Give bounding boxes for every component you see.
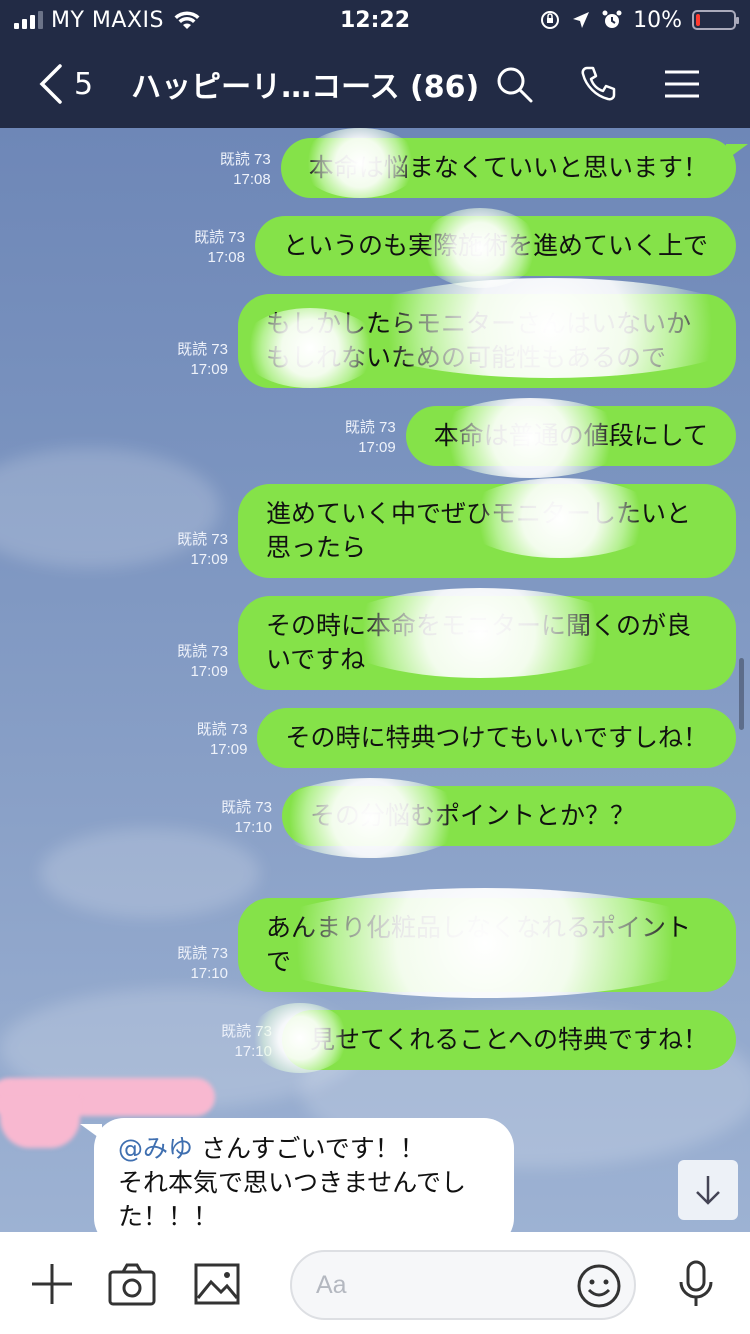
read-receipt: 既読 73 <box>177 531 228 548</box>
mention-tag[interactable]: @みゆ <box>118 1134 193 1163</box>
read-receipt: 既読 73 <box>177 643 228 660</box>
image-icon[interactable] <box>193 1260 241 1308</box>
redacted-avatar <box>0 1098 80 1148</box>
message-bubble: 見せてくれることへの特典ですね！ <box>281 1010 736 1070</box>
location-icon <box>573 12 590 28</box>
message-bubble: というのも実際施術を進めていく上で <box>254 216 736 276</box>
battery-icon <box>692 10 739 30</box>
outgoing-message[interactable]: 既読 73 17:10 その分悩むポイントとか？？ <box>221 786 736 846</box>
input-bar <box>0 1232 750 1334</box>
phone-icon[interactable] <box>578 64 618 104</box>
message-bubble: もしかしたらモニターさんはいないかもしれないための可能性もあるので <box>238 294 736 388</box>
outgoing-message[interactable]: 既読 73 17:09 もしかしたらモニターさんはいないかもしれないための可能性も… <box>177 294 736 388</box>
outgoing-message[interactable]: 既読 73 17:08 というのも実際施術を進めていく上で <box>194 216 736 276</box>
outgoing-message[interactable]: 既読 73 17:09 進めていく中でぜひモニターしたいと思ったら <box>177 484 736 578</box>
outgoing-message[interactable]: 既読 73 17:08 本命は悩まなくていいと思います！ <box>219 138 749 198</box>
outgoing-message[interactable]: 既読 73 17:10 見せてくれることへの特典ですね！ <box>221 1010 736 1070</box>
read-receipt: 既読 73 <box>344 419 396 436</box>
search-icon[interactable] <box>494 64 534 104</box>
incoming-message[interactable]: @みゆ さんすごいです！！ それ本気で思いつきませんでした！！！ <box>80 1118 514 1232</box>
message-bubble: その時に特典つけてもいいですしね！ <box>257 708 736 768</box>
message-time: 17:09 <box>358 439 396 456</box>
read-receipt: 既読 73 <box>219 151 271 168</box>
message-time: 17:08 <box>233 171 271 188</box>
read-receipt: 既読 73 <box>221 1023 272 1040</box>
microphone-icon[interactable] <box>672 1260 720 1308</box>
message-time: 17:09 <box>190 551 228 568</box>
read-receipt: 既読 73 <box>177 945 228 962</box>
message-bubble: 本命は普通の値段にして <box>405 406 736 466</box>
message-time: 17:08 <box>207 249 245 266</box>
message-input[interactable] <box>316 1270 576 1300</box>
chat-header: 5 ハッピーリ…コース (86) <box>0 40 750 128</box>
message-text: それ本気で思いつきませんでした！！！ <box>118 1168 467 1231</box>
chat-area[interactable]: 既読 73 17:08 本命は悩まなくていいと思います！ 既読 73 17:08 と… <box>0 128 750 1232</box>
scrollbar[interactable] <box>739 658 744 730</box>
menu-icon[interactable] <box>662 64 702 104</box>
read-receipt: 既読 73 <box>177 341 228 358</box>
message-bubble: 本命は悩まなくていいと思います！ <box>280 138 749 198</box>
wifi-icon <box>174 11 200 29</box>
alarm-icon <box>602 10 622 28</box>
outgoing-message[interactable]: 既読 73 17:09 その時に特典つけてもいいですしね！ <box>197 708 736 768</box>
outgoing-message[interactable]: 既読 73 17:09 本命は普通の値段にして <box>345 406 736 466</box>
message-bubble: 進めていく中でぜひモニターしたいと思ったら <box>238 484 736 578</box>
carrier-name: MY MAXIS <box>51 7 164 33</box>
read-receipt: 既読 73 <box>196 721 248 738</box>
message-time: 17:10 <box>234 819 272 836</box>
plus-icon[interactable] <box>28 1260 76 1308</box>
signal-icon <box>14 11 43 29</box>
message-input-box[interactable] <box>290 1250 636 1320</box>
arrow-down-icon <box>696 1176 720 1205</box>
message-bubble: その分悩むポイントとか？？ <box>282 786 736 846</box>
read-receipt: 既読 73 <box>194 229 245 246</box>
read-receipt: 既読 73 <box>221 799 272 816</box>
message-bubble: その時に本命をモニターに聞くのが良いですね <box>238 596 736 690</box>
outgoing-message[interactable]: 既読 73 17:10 あんまり化粧品しなくなれるポイントで <box>177 898 736 992</box>
message-time: 17:09 <box>190 361 228 378</box>
message-bubble: あんまり化粧品しなくなれるポイントで <box>238 898 736 992</box>
message-time: 17:09 <box>190 663 228 680</box>
message-time: 17:10 <box>190 965 228 982</box>
outgoing-message[interactable]: 既読 73 17:09 その時に本命をモニターに聞くのが良いですね <box>177 596 736 690</box>
message-time: 17:09 <box>209 741 248 758</box>
camera-icon[interactable] <box>108 1260 156 1308</box>
unread-count: 5 <box>74 66 94 102</box>
chat-title: ハッピーリ…コース (86) <box>131 70 480 105</box>
message-time: 17:10 <box>234 1043 272 1060</box>
orientation-lock-icon <box>541 11 560 29</box>
status-bar: MY MAXIS 12:22 10% <box>0 0 750 40</box>
message-text: さんすごいです！！ <box>193 1134 425 1163</box>
emoji-icon[interactable] <box>576 1263 622 1309</box>
back-button[interactable]: 5 <box>38 64 93 104</box>
battery-percent: 10% <box>633 7 682 33</box>
scroll-to-bottom-button[interactable] <box>678 1160 738 1220</box>
chevron-left-icon <box>39 64 62 104</box>
